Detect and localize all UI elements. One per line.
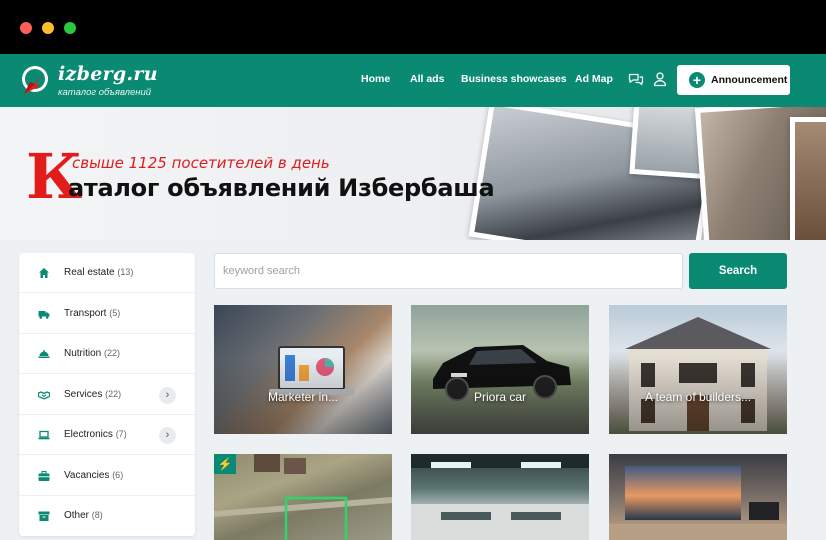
chat-icon[interactable] bbox=[628, 71, 644, 87]
sidebar-item-vacancies[interactable]: Vacancies (6) bbox=[19, 456, 195, 496]
box-icon bbox=[38, 511, 50, 521]
nav-home[interactable]: Home bbox=[361, 73, 390, 85]
chevron-right-icon[interactable]: › bbox=[159, 427, 176, 444]
sidebar-item-label: Nutrition bbox=[64, 348, 102, 359]
handshake-icon bbox=[38, 390, 50, 399]
sidebar-item-count: (7) bbox=[115, 429, 127, 439]
sidebar-item-count: (22) bbox=[104, 348, 121, 358]
listing-card[interactable] bbox=[411, 454, 589, 540]
sidebar-item-label: Other bbox=[64, 510, 90, 521]
plus-circle-icon: + bbox=[689, 72, 705, 88]
nav-ad-map[interactable]: Ad Map bbox=[575, 73, 613, 85]
listing-card[interactable]: Priora car bbox=[411, 305, 589, 434]
sidebar-item-transport[interactable]: Transport (5) bbox=[19, 294, 195, 334]
sidebar-item-label: Vacancies bbox=[64, 469, 110, 481]
search-input[interactable] bbox=[214, 253, 683, 289]
listing-card[interactable] bbox=[609, 454, 787, 540]
sidebar-item-label: Transport bbox=[64, 307, 107, 319]
minimize-window-button[interactable] bbox=[42, 22, 54, 34]
sidebar-item-label: Real estate bbox=[64, 267, 115, 278]
hero-banner: К свыше 1125 посетителей в день аталог о… bbox=[0, 107, 826, 240]
nav-all-ads[interactable]: All ads bbox=[410, 73, 444, 85]
listing-card[interactable]: ⚡ bbox=[214, 454, 392, 540]
banner-photo-woman bbox=[790, 117, 826, 240]
category-sidebar: Real estate (13) Transport (5) Nutrition… bbox=[19, 253, 195, 536]
home-icon bbox=[39, 268, 49, 278]
sidebar-item-count: (6) bbox=[112, 469, 124, 480]
sidebar-item-label: Services bbox=[64, 388, 103, 400]
navbar: izberg.ru каталог объявлений Home All ad… bbox=[0, 54, 826, 107]
announcement-label: Announcement bbox=[711, 74, 788, 86]
living-room-photo bbox=[609, 466, 787, 540]
food-icon bbox=[38, 350, 50, 358]
listing-card[interactable]: Marketer in... bbox=[214, 305, 392, 434]
laptop-icon bbox=[38, 430, 50, 440]
banner-visitors-line: свыше 1125 посетителей в день bbox=[72, 154, 330, 172]
banner-title: аталог объявлений Избербаша bbox=[68, 174, 495, 202]
user-icon[interactable] bbox=[652, 71, 668, 87]
search-button[interactable]: Search bbox=[689, 253, 787, 289]
window-chrome bbox=[0, 0, 826, 54]
card-shade bbox=[609, 305, 787, 434]
logo-pin-icon bbox=[22, 66, 48, 94]
announcement-button[interactable]: + Announcement bbox=[677, 65, 790, 95]
card-shade bbox=[214, 305, 392, 434]
sidebar-item-nutrition[interactable]: Nutrition (22) bbox=[19, 334, 195, 374]
card-shade bbox=[411, 305, 589, 434]
close-window-button[interactable] bbox=[20, 22, 32, 34]
chevron-right-icon[interactable]: › bbox=[159, 386, 176, 404]
office-interior-photo bbox=[411, 454, 589, 540]
sidebar-item-count: (13) bbox=[117, 267, 134, 277]
sidebar-item-other[interactable]: Other (8) bbox=[19, 496, 195, 536]
truck-icon bbox=[38, 310, 50, 319]
maximize-window-button[interactable] bbox=[64, 22, 76, 34]
nav-business-showcases[interactable]: Business showcases bbox=[461, 73, 567, 85]
aerial-plot-photo bbox=[214, 454, 392, 540]
sidebar-item-electronics[interactable]: Electronics (7) › bbox=[19, 415, 195, 455]
sidebar-item-real-estate[interactable]: Real estate (13) bbox=[19, 253, 195, 293]
lightning-icon: ⚡ bbox=[214, 454, 236, 474]
logo-subtitle: каталог объявлений bbox=[58, 87, 152, 98]
sidebar-item-services[interactable]: Services (22) › bbox=[19, 375, 195, 415]
sidebar-item-label: Electronics bbox=[64, 429, 113, 440]
site-logo[interactable]: izberg.ru каталог объявлений bbox=[18, 62, 163, 102]
sidebar-item-count: (5) bbox=[109, 307, 121, 318]
sidebar-item-count: (22) bbox=[105, 388, 122, 399]
listing-title: A team of builders... bbox=[644, 390, 752, 404]
logo-title: izberg.ru bbox=[58, 63, 158, 85]
sidebar-item-count: (8) bbox=[91, 510, 103, 520]
listing-title: Priora car bbox=[473, 390, 526, 404]
briefcase-icon bbox=[38, 470, 50, 481]
listing-title: Marketer in... bbox=[267, 390, 339, 404]
listing-card[interactable]: A team of builders... bbox=[609, 305, 787, 434]
